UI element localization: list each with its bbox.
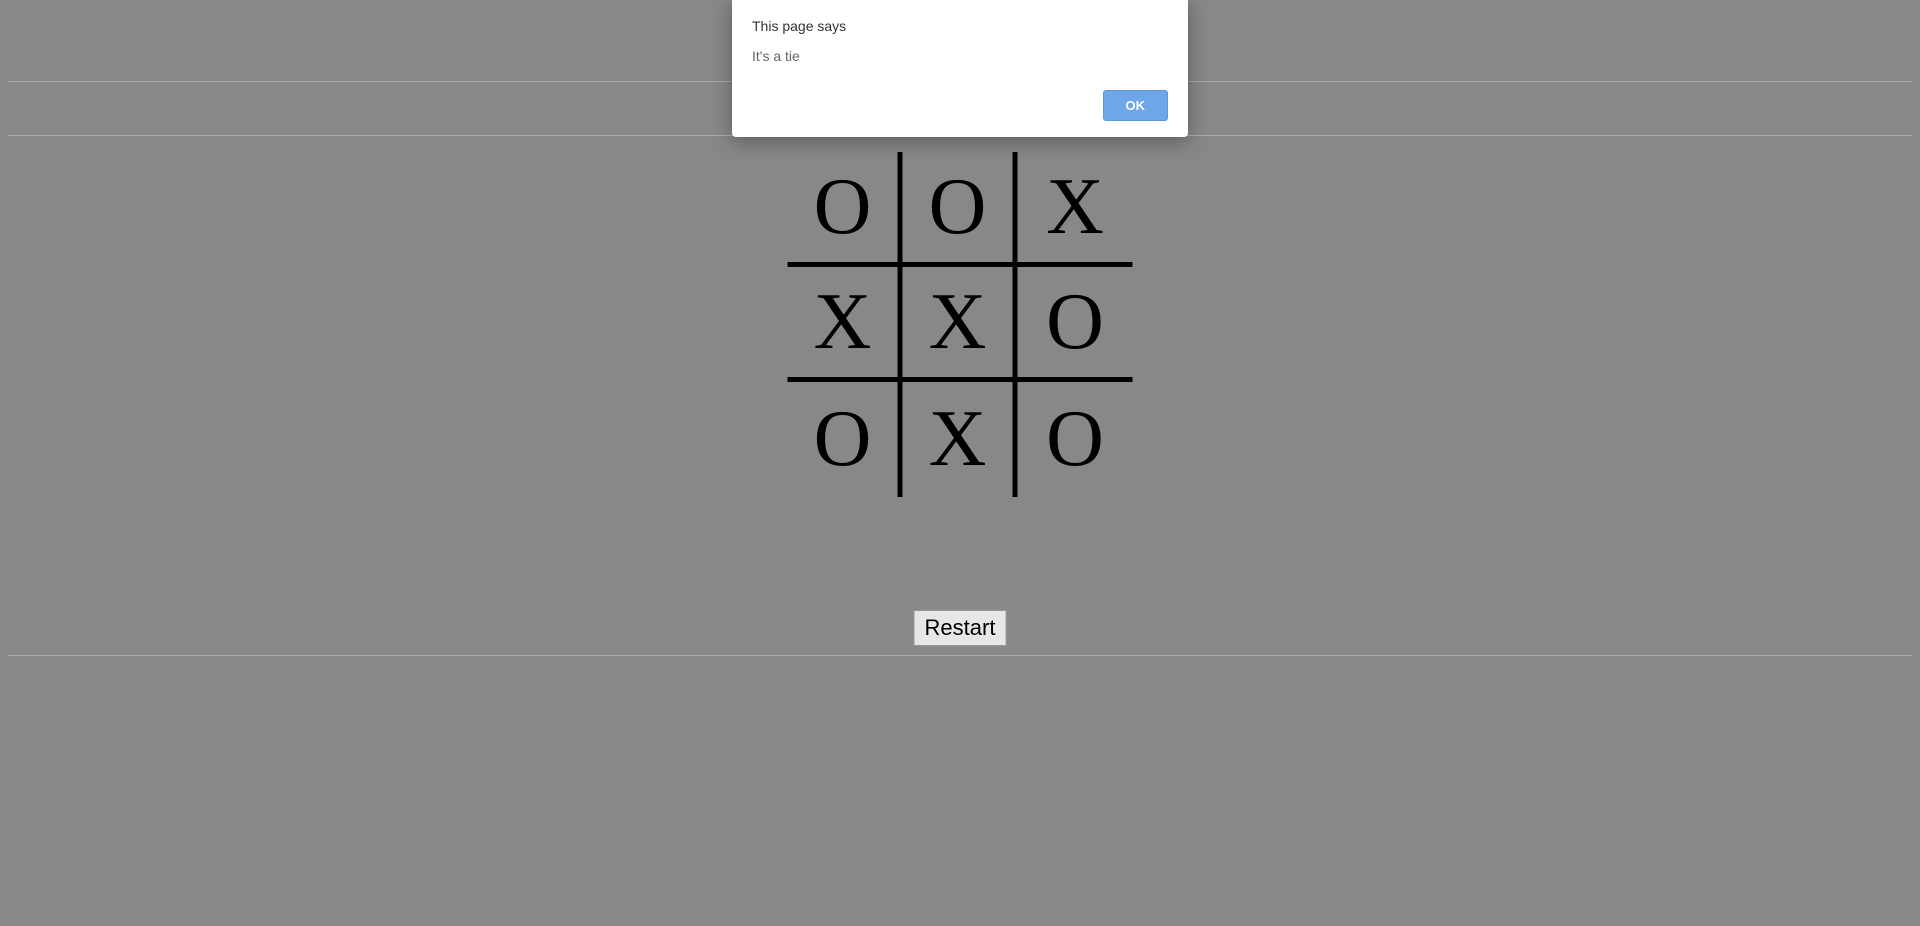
dialog-message: It's a tie — [752, 48, 1168, 64]
cell-2-2[interactable]: O — [1018, 382, 1133, 497]
tictactoe-board: O O X X X O O X O — [788, 152, 1133, 497]
ok-button[interactable]: OK — [1103, 90, 1169, 121]
cell-1-0[interactable]: X — [788, 267, 903, 382]
cell-0-0[interactable]: O — [788, 152, 903, 267]
cell-1-2[interactable]: O — [1018, 267, 1133, 382]
cell-0-1[interactable]: O — [903, 152, 1018, 267]
dialog-buttons: OK — [752, 90, 1168, 121]
alert-dialog: This page says It's a tie OK — [732, 0, 1188, 137]
dialog-title: This page says — [752, 18, 1168, 34]
cell-1-1[interactable]: X — [903, 267, 1018, 382]
cell-2-0[interactable]: O — [788, 382, 903, 497]
cell-2-1[interactable]: X — [903, 382, 1018, 497]
restart-button[interactable]: Restart — [914, 610, 1007, 646]
divider-bottom — [8, 655, 1912, 656]
cell-0-2[interactable]: X — [1018, 152, 1133, 267]
